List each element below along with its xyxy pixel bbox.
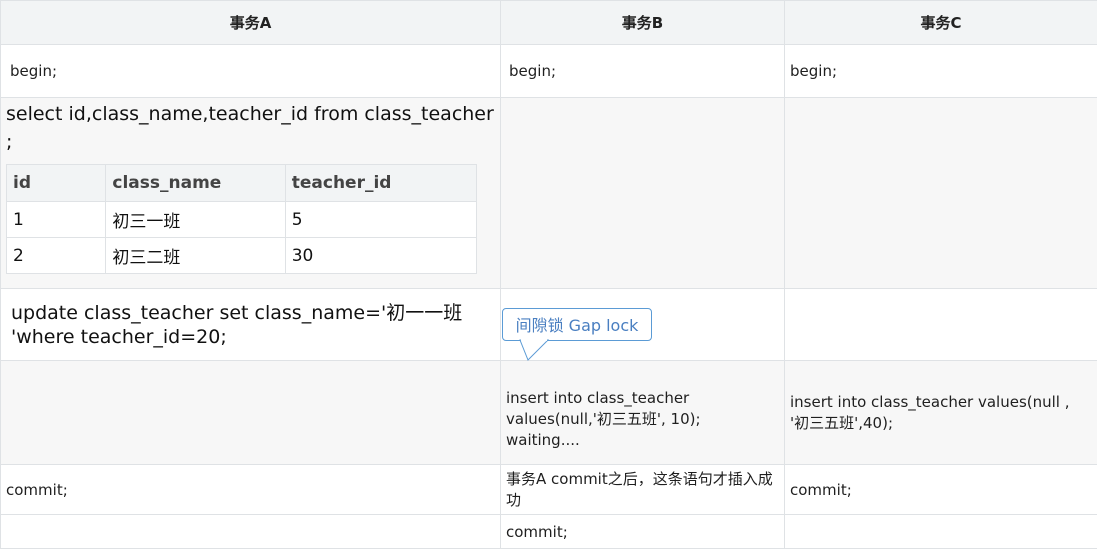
update-cell-a: update class_teacher set class_name='初一一… [0, 288, 501, 361]
insert-sql-c: insert into class_teacher values(null , … [790, 392, 1070, 432]
commit-row: commit; 事务A commit之后，这条语句才插入成功 commit; [0, 464, 1097, 515]
select-cell-c [784, 97, 1097, 289]
commit-note-text: 事务A commit之后，这条语句才插入成功 [506, 469, 773, 509]
begin-row: begin; begin; begin; [0, 44, 1097, 98]
begin-b: begin; [500, 44, 785, 98]
result-row: 2 初三二班 30 [5, 237, 478, 274]
header-transaction-c: 事务C [784, 0, 1097, 45]
select-cell-a: select id,class_name,teacher_id from cla… [0, 97, 501, 289]
commit-note-b: 事务A commit之后，这条语句才插入成功 [500, 464, 785, 515]
header-transaction-b: 事务B [500, 0, 785, 45]
select-result-table: id class_name teacher_id 1 初三一班 5 2 初三二班… [5, 164, 478, 274]
result-col-id: id [5, 164, 107, 202]
insert-sql-b: insert into class_teacher values(null,'初… [506, 389, 701, 449]
result-col-teacher-id: teacher_id [284, 164, 478, 202]
result-cell: 1 [5, 201, 107, 238]
result-cell: 5 [284, 201, 478, 238]
update-cell-c [784, 288, 1097, 361]
select-cell-b [500, 97, 785, 289]
insert-row: insert into class_teacher values(null,'初… [0, 360, 1097, 465]
result-cell: 30 [284, 237, 478, 274]
final-c [784, 514, 1097, 549]
begin-a: begin; [0, 44, 501, 98]
update-sql: update class_teacher set class_name='初一一… [11, 301, 463, 348]
begin-c: begin; [784, 44, 1097, 98]
result-cell: 初三二班 [105, 237, 286, 274]
insert-cell-c: insert into class_teacher values(null , … [784, 360, 1097, 465]
result-cell: 2 [5, 237, 107, 274]
select-sql: select id,class_name,teacher_id from cla… [6, 103, 494, 153]
callout-tail-icon [519, 339, 550, 361]
insert-cell-b: insert into class_teacher values(null,'初… [500, 360, 785, 465]
result-cell: 初三一班 [105, 201, 286, 238]
insert-cell-a [0, 360, 501, 465]
gap-lock-callout: 间隙锁 Gap lock [502, 308, 652, 341]
final-row: commit; [0, 514, 1097, 549]
select-row: select id,class_name,teacher_id from cla… [0, 97, 1097, 289]
final-b: commit; [500, 514, 785, 549]
commit-c: commit; [784, 464, 1097, 515]
transaction-table: 事务A 事务B 事务C begin; begin; begin; select … [0, 0, 1097, 549]
result-row: 1 初三一班 5 [5, 201, 478, 238]
header-transaction-a: 事务A [0, 0, 501, 45]
result-header-row: id class_name teacher_id [5, 164, 478, 202]
final-a [0, 514, 501, 549]
commit-a: commit; [0, 464, 501, 515]
result-col-class-name: class_name [105, 164, 286, 202]
transaction-grid: 事务A 事务B 事务C begin; begin; begin; select … [0, 0, 1097, 549]
header-row: 事务A 事务B 事务C [0, 0, 1097, 45]
